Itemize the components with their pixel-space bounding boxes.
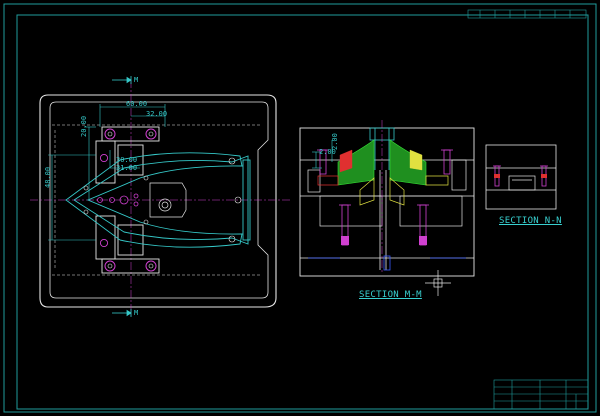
title-block xyxy=(493,379,589,410)
section-marker-bottom: M xyxy=(134,309,139,317)
revision-block xyxy=(467,9,587,19)
dim-small-a: 30.00 xyxy=(116,156,138,164)
section-n-n-view xyxy=(485,144,557,210)
dim-left-outer: 48.00 xyxy=(44,166,52,188)
dim-left-vertical: 20.00 xyxy=(80,115,88,137)
section-arrow-top xyxy=(112,76,132,84)
lower-vertical-block xyxy=(95,215,116,260)
section-marker-top: M xyxy=(134,76,139,84)
section-n-n-label: SECTION N-N xyxy=(499,216,562,226)
section-arrow-bottom xyxy=(112,309,132,317)
dim-small-b: 31.00 xyxy=(116,164,138,172)
dim-inner-width: 32.00 xyxy=(146,110,168,118)
upper-vertical-block xyxy=(95,140,116,184)
section-dim-b: 2.00 xyxy=(331,133,339,150)
dim-outer-width: 60.00 xyxy=(126,100,148,108)
cad-drawing-canvas xyxy=(3,3,597,413)
section-m-screws xyxy=(317,149,453,246)
top-boss-plate xyxy=(101,126,160,142)
section-m-m-view xyxy=(299,120,475,296)
bottom-boss-plate xyxy=(101,258,160,274)
section-m-m-label: SECTION M-M xyxy=(359,290,422,300)
cursor-crosshair xyxy=(425,270,451,296)
